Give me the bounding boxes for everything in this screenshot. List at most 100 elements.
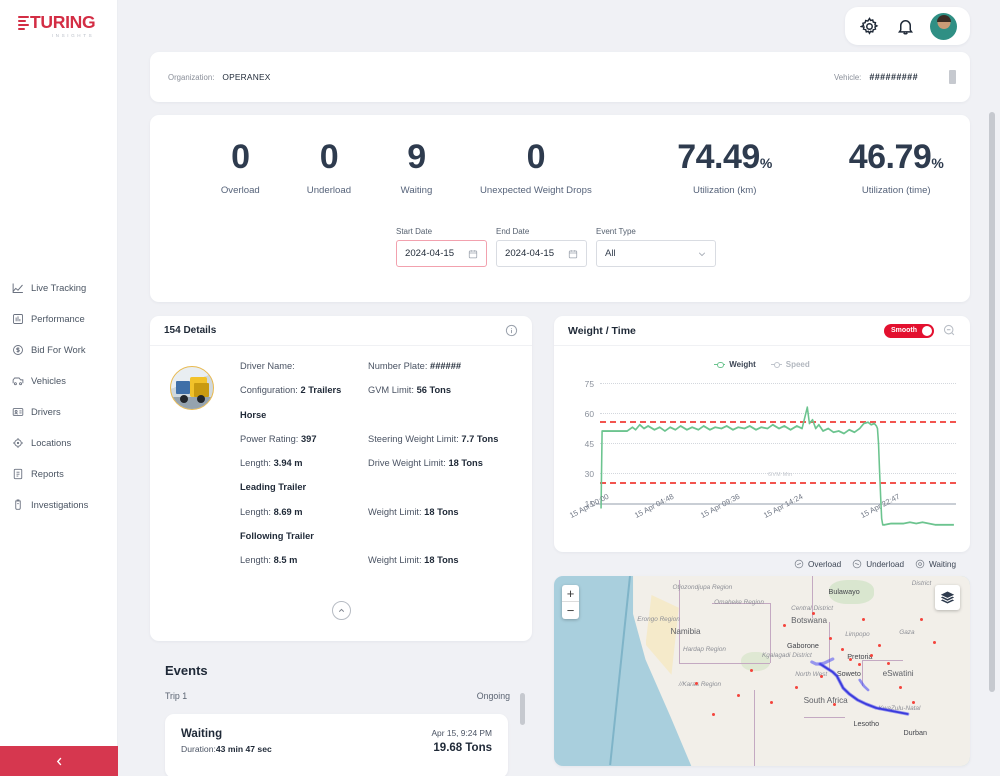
detail-horse-length: Length: 3.94 m [240,459,368,468]
map-zoom-in-button[interactable]: + [562,585,579,602]
lower-section: 154 Details Driver Name: C [150,316,970,776]
map-marker[interactable] [933,641,936,644]
vehicle-value: ######### [869,72,918,82]
detail-drive-weight-limit: Drive Weight Limit: 18 Tons [368,459,518,468]
organization-label: Organization: [168,73,214,82]
underload-icon [852,559,862,569]
brand-logo[interactable]: TURING INSIGHTS [0,0,117,38]
kpi-caption: Utilization (km) [651,185,799,196]
legend-underload[interactable]: Underload [852,559,904,569]
end-date-input[interactable]: 2024-04-15 [496,240,587,267]
sidebar-item-investigations[interactable]: Investigations [0,489,117,520]
chart-series-weight [600,346,956,546]
chart-bottom-legend: Overload Underload Waiting [554,552,970,569]
main-content: Organization: OPERANEX Vehicle: ########… [118,0,1000,776]
sidebar-item-vehicles[interactable]: Vehicles [0,365,117,396]
y-tick-45: 45 [576,439,594,449]
map-zoom-out-button[interactable]: − [562,602,579,619]
event-item[interactable]: Waiting Duration:43 min 47 sec Apr 15, 9… [165,714,508,776]
details-card: 154 Details Driver Name: C [150,316,532,641]
end-date-group: End Date 2024-04-15 [496,227,587,267]
route-map[interactable]: Otjozondjupa Region Omaheke Region Erong… [554,576,970,766]
event-type-value: All [605,248,616,259]
start-date-label: Start Date [396,227,487,236]
detail-following-trailer-header: Following Trailer [240,532,368,541]
scroll-area: Organization: OPERANEX Vehicle: ########… [118,52,1000,776]
event-weight: 19.68 Tons [431,742,492,754]
map-marker[interactable] [712,713,715,716]
kpi-waiting: 9 Waiting [372,137,461,196]
chevron-left-icon [54,756,65,767]
map-layers-button[interactable] [935,585,960,610]
top-actions [845,7,970,45]
event-type-group: Event Type All [596,227,716,267]
events-trip-row: Trip 1 Ongoing [150,678,532,701]
sidebar-item-bid-for-work[interactable]: Bid For Work [0,334,117,365]
page-scrollbar[interactable] [989,112,995,692]
avatar[interactable] [930,13,957,40]
vehicle-thumbnail [170,366,214,410]
kpi-utilization-time: 46.79% Utilization (time) [823,137,971,196]
id-card-icon [11,405,24,418]
kpi-unexpected-weight-drops: 0 Unexpected Weight Drops [455,137,617,196]
sidebar-item-locations[interactable]: Locations [0,427,117,458]
notifications-button[interactable] [894,15,916,37]
sidebar-item-drivers[interactable]: Drivers [0,396,117,427]
event-right: Apr 15, 9:24 PM 19.68 Tons [431,728,492,754]
map-route [554,576,970,766]
kpi-caption: Utilization (time) [823,185,971,196]
settings-button[interactable] [858,15,880,37]
vehicle-label: Vehicle: [834,73,861,82]
map-marker[interactable] [812,612,815,615]
vehicle-group: Vehicle: ######### [834,72,952,82]
details-collapse-button[interactable] [332,601,351,620]
kpi-value: 9 [372,137,461,177]
orgbar-scroll-handle[interactable] [949,70,956,84]
map-marker[interactable] [862,618,865,621]
detail-leading-trailer-header: Leading Trailer [240,483,368,492]
zoom-out-icon[interactable] [943,324,956,337]
overload-icon [794,559,804,569]
start-date-input[interactable]: 2024-04-15 [396,240,487,267]
detail-horse-header: Horse [240,411,368,420]
detail-following-trailer-length: Length: 8.5 m [240,556,368,565]
calendar-icon [468,249,478,259]
chevron-down-icon [697,249,707,259]
legend-overload[interactable]: Overload [794,559,841,569]
map-marker[interactable] [750,669,753,672]
logo-mark-icon [18,15,29,32]
sidebar-item-performance[interactable]: Performance [0,303,117,334]
detail-following-weight-limit: Weight Limit: 18 Tons [368,556,518,565]
kpi-value: 46.79 [849,138,932,176]
events-scrollbar[interactable] [520,693,525,725]
sidebar-label: Bid For Work [31,344,86,355]
map-marker[interactable] [887,662,890,665]
detail-configuration: Configuration: 2 Trailers [240,386,368,395]
events-section: Events Trip 1 Ongoing Waiting Duration:4… [150,663,532,776]
top-bar [118,0,1000,52]
legend-waiting[interactable]: Waiting [915,559,956,569]
sidebar-label: Performance [31,313,85,324]
report-icon [11,467,24,480]
events-title: Events [150,663,532,678]
weight-time-chart-card: Weight / Time Smooth Weight [554,316,970,552]
sidebar-collapse-button[interactable] [0,746,118,776]
kpi-caption: Waiting [372,185,461,196]
map-marker[interactable] [783,624,786,627]
map-marker[interactable] [829,637,832,640]
event-time: Apr 15, 9:24 PM [431,728,492,738]
line-chart-icon [11,281,24,294]
app-root: TURING INSIGHTS Live Tracking Performanc… [0,0,1000,776]
kpi-value: 74.49 [677,138,760,176]
left-column: 154 Details Driver Name: C [150,316,532,776]
map-marker[interactable] [920,618,923,621]
smooth-toggle[interactable]: Smooth [884,324,934,338]
map-marker[interactable] [737,694,740,697]
sidebar: TURING INSIGHTS Live Tracking Performanc… [0,0,118,776]
sidebar-item-live-tracking[interactable]: Live Tracking [0,272,117,303]
kpi-caption: Underload [274,185,385,196]
info-circle-icon[interactable] [505,324,518,337]
details-footer [150,581,532,641]
sidebar-item-reports[interactable]: Reports [0,458,117,489]
event-type-select[interactable]: All [596,240,716,267]
